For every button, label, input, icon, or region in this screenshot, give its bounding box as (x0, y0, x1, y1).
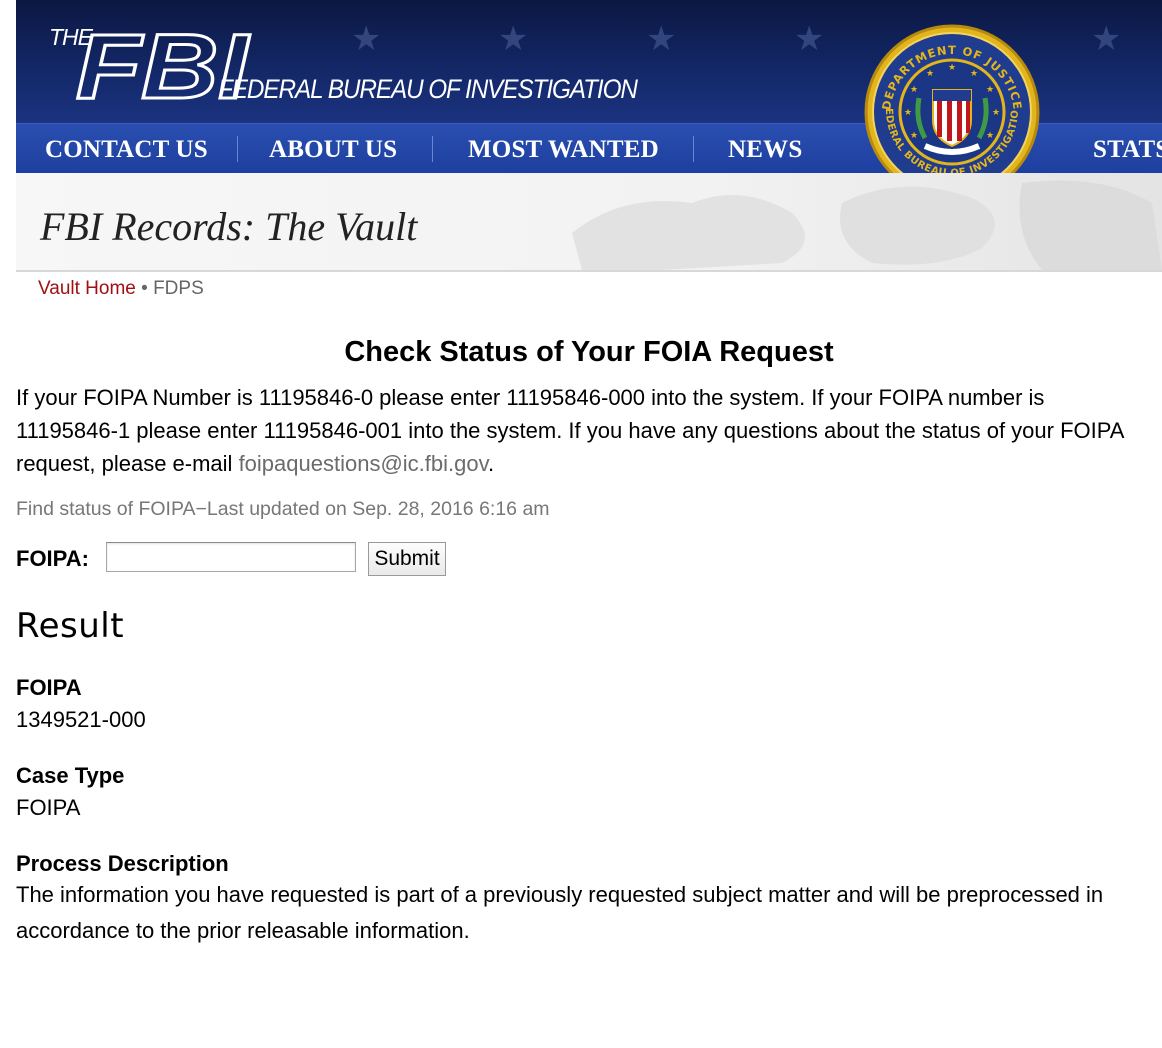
svg-text:★: ★ (904, 108, 912, 118)
breadcrumb-current: FDPS (153, 278, 204, 299)
intro-paragraph: If your FOIPA Number is 11195846-0 pleas… (16, 381, 1151, 480)
svg-text:★: ★ (910, 131, 918, 141)
svg-text:★: ★ (910, 85, 918, 95)
breadcrumb: Vault Home • FDPS (38, 278, 204, 300)
star-icon: ★ (646, 19, 677, 59)
svg-text:★: ★ (926, 69, 934, 79)
nav-news[interactable]: NEWS (728, 136, 802, 164)
last-updated-text: Find status of FOIPA−Last updated on Sep… (16, 498, 550, 520)
support-email-link[interactable]: foipaquestions@ic.fbi.gov (239, 451, 488, 476)
intro-text: If your FOIPA Number is 11195846-0 pleas… (16, 385, 1124, 476)
nav-most-wanted[interactable]: MOST WANTED (468, 136, 659, 164)
nav-about-us[interactable]: ABOUT US (269, 136, 397, 164)
fbi-seal-icon[interactable]: DEPARTMENT OF JUSTICE FEDERAL BUREAU OF … (853, 20, 1051, 173)
nav-stats[interactable]: STATS (1093, 136, 1162, 164)
svg-text:★: ★ (948, 63, 956, 73)
vault-header: FBI Records: The Vault (16, 173, 1162, 272)
intro-end: . (487, 451, 495, 476)
submit-button[interactable]: Submit (368, 542, 446, 576)
star-icon: ★ (794, 19, 825, 59)
star-icon: ★ (498, 19, 529, 59)
foipa-result-label: FOIPA (16, 675, 82, 700)
process-description-value: The information you have requested is pa… (16, 882, 1104, 943)
star-icon: ★ (351, 19, 382, 59)
star-icon: ★ (1091, 19, 1122, 59)
case-type-value: FOIPA (16, 795, 81, 820)
case-type-label: Case Type (16, 763, 125, 788)
breadcrumb-vault-home[interactable]: Vault Home (38, 278, 136, 299)
page-title: Check Status of Your FOIA Request (344, 336, 834, 368)
result-heading: Result (16, 606, 125, 646)
svg-text:★: ★ (970, 69, 978, 79)
svg-text:★: ★ (986, 85, 994, 95)
svg-text:★: ★ (992, 108, 1000, 118)
nav-divider (432, 136, 433, 162)
logo-agency-name: FEDERAL BUREAU OF INVESTIGATION (218, 74, 638, 104)
process-description-label: Process Description (16, 851, 229, 876)
nav-divider (237, 136, 238, 162)
svg-text:★: ★ (986, 131, 994, 141)
foipa-result-value: 1349521-000 (16, 707, 146, 732)
nav-divider (693, 136, 694, 162)
world-map-watermark (572, 180, 1162, 270)
foipa-input[interactable] (106, 542, 356, 572)
nav-contact-us[interactable]: CONTACT US (45, 136, 208, 164)
site-banner: ★ ★ ★ ★ ★ THE FBI FEDERAL BUREAU OF INVE… (16, 0, 1162, 173)
breadcrumb-separator: • (141, 278, 148, 299)
foipa-field-label: FOIPA: (16, 546, 89, 571)
vault-title: FBI Records: The Vault (40, 204, 418, 249)
